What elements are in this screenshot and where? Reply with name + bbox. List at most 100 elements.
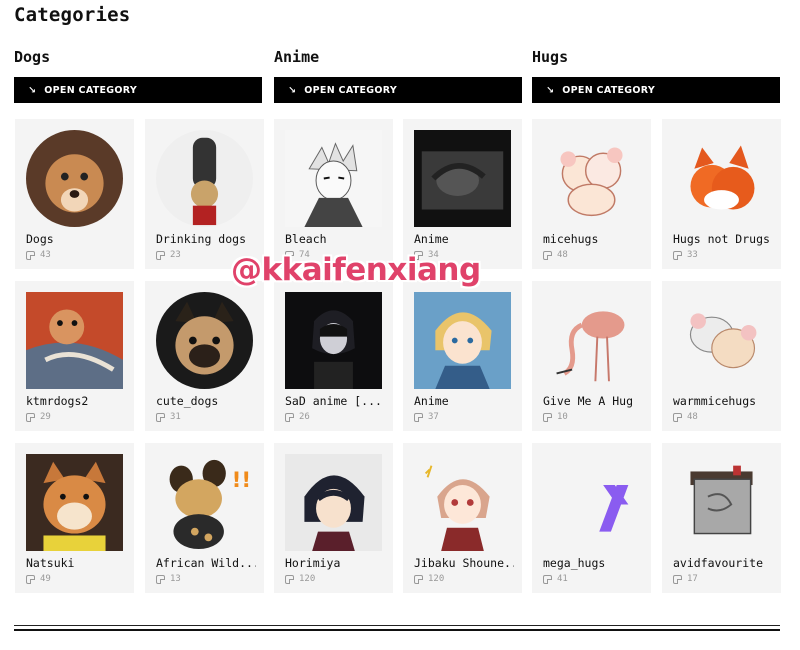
card-title: Dogs — [26, 232, 54, 246]
dog-thumbnail — [156, 130, 253, 227]
card-title: avidfavourite — [673, 556, 764, 570]
arrow-down-right-icon: ↘ — [28, 84, 37, 96]
open-category-label: OPEN CATEGORY — [562, 84, 656, 96]
sticker-pack-card[interactable]: Jibaku Shoune... 120 — [403, 443, 522, 593]
open-category-button[interactable]: ↘ OPEN CATEGORY — [532, 77, 780, 103]
sticker-pack-card[interactable]: mega_hugs 41 — [532, 443, 651, 593]
count-value: 34 — [428, 250, 439, 260]
sticker-icon — [543, 250, 552, 260]
anime-thumbnail — [285, 130, 382, 227]
section-dogs: Dogs ↘ OPEN CATEGORY — [14, 46, 262, 103]
anime-thumbnail — [285, 292, 382, 389]
open-category-label: OPEN CATEGORY — [304, 84, 398, 96]
mice-hug-thumbnail — [673, 292, 770, 389]
sticker-pack-card[interactable]: Horimiya 120 — [274, 443, 393, 593]
sticker-count: 31 — [156, 412, 181, 422]
card-title: SaD anime [... — [285, 394, 382, 408]
sticker-count: 13 — [156, 574, 181, 584]
sticker-icon — [285, 574, 294, 584]
sticker-pack-card[interactable]: Bleach 74 — [274, 119, 393, 269]
sticker-pack-card[interactable]: Natsuki 49 — [15, 443, 134, 593]
count-value: 41 — [557, 574, 568, 584]
count-value: 120 — [299, 574, 316, 584]
sticker-pack-card[interactable]: Anime 34 — [403, 119, 522, 269]
count-value: 74 — [299, 250, 310, 260]
card-title: micehugs — [543, 232, 599, 246]
card-title: Give Me A Hug — [543, 394, 634, 408]
arrow-down-right-icon: ↘ — [546, 84, 555, 96]
sticker-count: 41 — [543, 574, 568, 584]
sticker-icon — [285, 412, 294, 422]
sticker-count: 33 — [673, 250, 698, 260]
sticker-pack-card[interactable]: !! African Wild... 13 — [145, 443, 264, 593]
sticker-count: 17 — [673, 574, 698, 584]
sticker-count: 120 — [285, 574, 315, 584]
x-logo-thumbnail — [543, 454, 640, 551]
count-value: 13 — [170, 574, 181, 584]
mice-hug-thumbnail — [543, 130, 640, 227]
sticker-pack-card[interactable]: cute_dogs 31 — [145, 281, 264, 431]
count-value: 29 — [40, 412, 51, 422]
sticker-icon — [543, 412, 552, 422]
sticker-pack-card[interactable]: Hugs not Drugs 33 — [662, 119, 781, 269]
sticker-icon — [26, 412, 35, 422]
dog-thumbnail — [156, 292, 253, 389]
sticker-pack-card[interactable]: Give Me A Hug 10 — [532, 281, 651, 431]
anime-thumbnail — [414, 130, 511, 227]
sticker-icon — [285, 250, 294, 260]
footer-divider — [14, 625, 780, 626]
card-title: Hugs not Drugs — [673, 232, 770, 246]
card-title: Horimiya — [285, 556, 341, 570]
svg-text:!!: !! — [232, 468, 251, 493]
sticker-pack-card[interactable]: avidfavourite 17 — [662, 443, 781, 593]
sticker-count: 43 — [26, 250, 51, 260]
sticker-count: 48 — [543, 250, 568, 260]
sticker-pack-card[interactable]: Drinking dogs 23 — [145, 119, 264, 269]
section-title: Hugs — [532, 48, 569, 66]
count-value: 43 — [40, 250, 51, 260]
card-title: Natsuki — [26, 556, 75, 570]
sticker-icon — [414, 250, 423, 260]
card-title: Jibaku Shoune... — [414, 556, 514, 570]
count-value: 49 — [40, 574, 51, 584]
sticker-icon — [414, 412, 423, 422]
count-value: 48 — [557, 250, 568, 260]
card-title: Bleach — [285, 232, 327, 246]
sticker-icon — [156, 412, 165, 422]
sticker-pack-card[interactable]: Dogs 43 — [15, 119, 134, 269]
card-title: mega_hugs — [543, 556, 606, 570]
page-title: Categories — [14, 4, 131, 26]
sticker-count: 34 — [414, 250, 439, 260]
card-title: Anime — [414, 394, 449, 408]
sticker-icon — [26, 250, 35, 260]
count-value: 48 — [687, 412, 698, 422]
card-title: warmmicehugs — [673, 394, 757, 408]
sticker-pack-card[interactable]: micehugs 48 — [532, 119, 651, 269]
sticker-pack-card[interactable]: Anime 37 — [403, 281, 522, 431]
sticker-icon — [543, 574, 552, 584]
sticker-icon — [156, 250, 165, 260]
sticker-pack-card[interactable]: SaD anime [... 26 — [274, 281, 393, 431]
sticker-icon — [26, 574, 35, 584]
section-title: Dogs — [14, 48, 51, 66]
dog-thumbnail — [26, 454, 123, 551]
count-value: 33 — [687, 250, 698, 260]
sticker-count: 74 — [285, 250, 310, 260]
bed-thumbnail — [673, 454, 770, 551]
count-value: 10 — [557, 412, 568, 422]
sticker-pack-card[interactable]: warmmicehugs 48 — [662, 281, 781, 431]
open-category-button[interactable]: ↘ OPEN CATEGORY — [14, 77, 262, 103]
open-category-label: OPEN CATEGORY — [44, 84, 138, 96]
sticker-count: 23 — [156, 250, 181, 260]
section-title: Anime — [274, 48, 320, 66]
count-value: 37 — [428, 412, 439, 422]
footer-divider — [14, 629, 780, 631]
sticker-pack-card[interactable]: ktmrdogs2 29 — [15, 281, 134, 431]
card-title: cute_dogs — [156, 394, 219, 408]
fox-thumbnail — [673, 130, 770, 227]
open-category-button[interactable]: ↘ OPEN CATEGORY — [274, 77, 522, 103]
count-value: 120 — [428, 574, 445, 584]
dog-thumbnail — [26, 130, 123, 227]
arrow-down-right-icon: ↘ — [288, 84, 297, 96]
sticker-icon — [156, 574, 165, 584]
